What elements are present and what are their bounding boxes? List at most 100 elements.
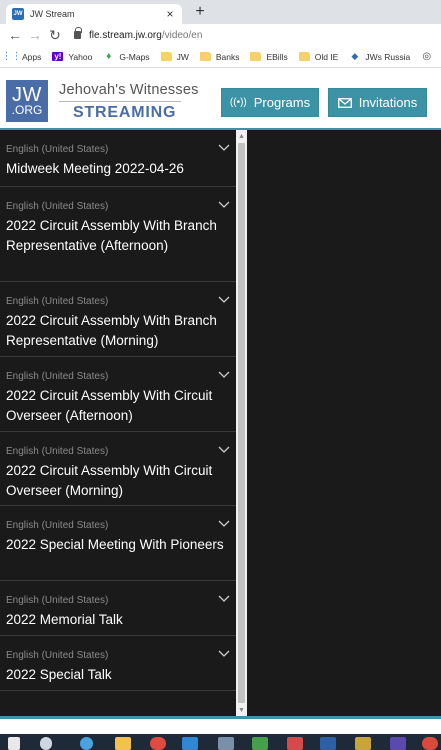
chevron-down-icon[interactable]	[218, 593, 230, 605]
search-icon[interactable]	[40, 737, 52, 750]
bookmark-ebills[interactable]: EBills	[250, 52, 288, 62]
bookmark-apps[interactable]: ⋮⋮ Apps	[1, 51, 42, 62]
folder-icon	[250, 52, 262, 61]
program-language: English (United States)	[6, 446, 109, 457]
app-icon[interactable]	[422, 737, 438, 750]
os-taskbar	[0, 734, 441, 750]
bookmark-label: Apps	[22, 51, 42, 62]
bookmark-old-ie[interactable]: Old IE	[298, 51, 339, 62]
program-language: English (United States)	[6, 650, 109, 661]
program-item[interactable]: English (United States) 2022 Circuit Ass…	[0, 187, 236, 282]
list-scrollbar[interactable]: ▲ ▼	[236, 130, 247, 716]
broadcast-icon: ((•))	[229, 97, 247, 108]
main-content: English (United States) Midweek Meeting …	[0, 130, 441, 716]
forward-arrow-icon[interactable]: →	[26, 27, 44, 43]
chevron-down-icon[interactable]	[218, 444, 230, 456]
program-language: English (United States)	[6, 371, 109, 382]
app-icon[interactable]	[287, 737, 303, 750]
program-item[interactable]: English (United States) 2022 Circuit Ass…	[0, 432, 236, 506]
program-title: 2022 Circuit Assembly With Circuit Overs…	[6, 388, 213, 423]
app-icon[interactable]	[355, 737, 371, 750]
folder-icon	[199, 52, 211, 61]
program-item[interactable]: English (United States) 2022 Special Mee…	[0, 506, 236, 581]
globe-icon: ◎	[422, 51, 432, 62]
address-bar: ← → ↻ fle.stream.jw.org/video/en	[0, 24, 441, 46]
program-list: English (United States) Midweek Meeting …	[0, 130, 236, 716]
app-icon[interactable]	[390, 737, 406, 750]
jw-dove-icon: ◆	[351, 51, 359, 61]
close-icon[interactable]: ×	[164, 7, 176, 21]
folder-icon	[298, 52, 310, 61]
yahoo-icon: y!	[52, 52, 64, 61]
jw-favicon-icon: JW	[12, 8, 24, 20]
bookmark-label: G-Maps	[119, 51, 150, 62]
bookmark-label: JWs Russia	[365, 51, 411, 62]
logo-jw-text: JW	[12, 83, 42, 106]
bookmark-jws-russia[interactable]: ◆ JWs Russia	[349, 51, 411, 62]
programs-button[interactable]: ((•)) Programs	[221, 88, 319, 117]
back-arrow-icon[interactable]: ←	[6, 27, 24, 43]
jw-org-logo[interactable]: JW .ORG	[6, 80, 48, 122]
program-language: English (United States)	[6, 520, 109, 531]
store-icon[interactable]	[182, 737, 198, 750]
invitations-button[interactable]: Invitations	[328, 88, 427, 117]
bookmark-yahoo[interactable]: y! Yahoo	[52, 52, 92, 62]
chrome-icon[interactable]	[150, 737, 166, 750]
brand-subtitle: STREAMING	[73, 104, 177, 121]
program-title: 2022 Circuit Assembly With Branch Repres…	[6, 218, 217, 253]
bookmark-banks[interactable]: Banks	[199, 51, 240, 62]
program-language: English (United States)	[6, 201, 109, 212]
bookmark-gmaps[interactable]: ♦ G-Maps	[103, 51, 150, 62]
app-icon[interactable]	[218, 737, 234, 750]
lock-icon	[74, 27, 82, 39]
program-language: English (United States)	[6, 595, 109, 606]
chevron-down-icon[interactable]	[218, 648, 230, 660]
envelope-icon	[337, 97, 352, 108]
program-item[interactable]: English (United States) 2022 Circuit Ass…	[0, 282, 236, 357]
url-input[interactable]: fle.stream.jw.org/video/en	[74, 27, 203, 41]
chevron-down-icon[interactable]	[218, 199, 230, 211]
chevron-down-icon[interactable]	[218, 518, 230, 530]
map-pin-icon: ♦	[106, 51, 112, 62]
tab-title: JW Stream	[30, 9, 75, 19]
logo-org-text: .ORG	[11, 102, 43, 117]
bookmark-more[interactable]: ◎	[421, 51, 437, 62]
bookmark-label: Yahoo	[68, 51, 93, 62]
program-item[interactable]: English (United States) Midweek Meeting …	[0, 130, 236, 187]
apps-grid-icon: ⋮⋮	[1, 51, 22, 62]
scroll-down-arrow-icon[interactable]: ▼	[236, 704, 247, 716]
url-path: /video/en	[161, 29, 203, 41]
program-language: English (United States)	[6, 296, 109, 307]
url-host: fle.stream.jw.org	[89, 29, 162, 41]
page-footer	[0, 716, 441, 734]
bookmarks-bar: ⋮⋮ Apps y! Yahoo ♦ G-Maps JW Banks EBill…	[0, 46, 441, 68]
browser-tab-bar: JW JW Stream × +	[0, 0, 441, 24]
program-title: Midweek Meeting 2022-04-26	[6, 161, 184, 176]
app-icon[interactable]	[252, 737, 268, 750]
program-item[interactable]: English (United States) 2022 Memorial Ta…	[0, 581, 236, 636]
file-explorer-icon[interactable]	[115, 737, 131, 750]
invitations-label: Invitations	[358, 95, 418, 110]
programs-label: Programs	[253, 95, 311, 110]
chevron-down-icon[interactable]	[218, 142, 230, 154]
reload-icon[interactable]: ↻	[46, 27, 64, 44]
chevron-down-icon[interactable]	[218, 294, 230, 306]
program-item[interactable]: English (United States) 2022 Special Tal…	[0, 636, 236, 691]
chevron-down-icon[interactable]	[218, 369, 230, 381]
bookmark-label: Old IE	[314, 51, 339, 62]
bookmark-label: JW	[176, 51, 189, 62]
cortana-icon[interactable]	[80, 737, 93, 750]
program-language: English (United States)	[6, 144, 109, 155]
program-title: 2022 Special Meeting With Pioneers	[6, 537, 224, 552]
program-item[interactable]: English (United States) 2022 Circuit Ass…	[0, 357, 236, 432]
bookmark-label: Banks	[215, 51, 240, 62]
browser-tab[interactable]: JW JW Stream ×	[6, 4, 182, 24]
bookmark-jw[interactable]: JW	[160, 51, 189, 62]
program-title: 2022 Memorial Talk	[6, 612, 123, 627]
brand-name: Jehovah's Witnesses	[59, 82, 199, 98]
new-tab-button[interactable]: +	[190, 2, 210, 22]
app-icon[interactable]	[320, 737, 336, 750]
scrollbar-thumb[interactable]	[238, 143, 245, 703]
windows-start-icon[interactable]	[8, 737, 20, 750]
scroll-up-arrow-icon[interactable]: ▲	[236, 130, 247, 142]
